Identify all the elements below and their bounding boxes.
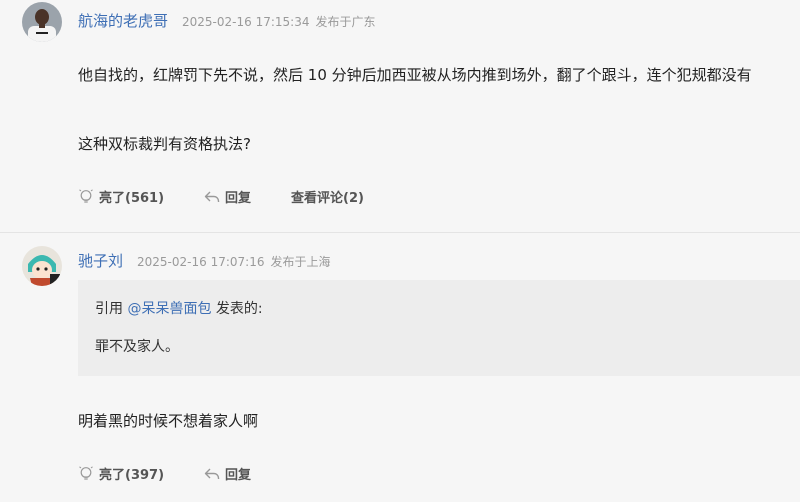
reply-icon — [204, 468, 220, 479]
reply-label: 回复 — [225, 191, 252, 206]
post-text: 他自找的，红牌罚下先不说，然后 10 分钟后加西亚被从场内推到场外，翻了个跟斗，… — [78, 66, 752, 84]
view-comments-button[interactable]: 查看评论(2) — [291, 187, 364, 206]
like-count: 亮了(397) — [99, 468, 165, 483]
avatar-image — [22, 2, 62, 42]
reply-button[interactable]: 回复 — [204, 464, 251, 483]
post-meta: 航海的老虎哥 2025-02-16 17:15:34 发布于广东 — [78, 10, 375, 31]
post-divider — [0, 232, 800, 233]
quote-block: 引用 @呆呆兽面包 发表的: 罪不及家人。 — [78, 280, 800, 376]
username[interactable]: 驰子刘 — [78, 250, 123, 271]
avatar[interactable] — [22, 246, 62, 286]
timestamp: 2025-02-16 17:07:16 — [137, 255, 265, 269]
timestamp: 2025-02-16 17:15:34 — [182, 15, 310, 29]
like-button[interactable]: 亮了(561) — [78, 187, 164, 206]
like-icon — [79, 465, 93, 480]
reply-button[interactable]: 回复 — [204, 187, 251, 206]
view-comments-label: 查看评论(2) — [291, 191, 364, 206]
like-button[interactable]: 亮了(397) — [78, 464, 164, 483]
post-actions: 亮了(397) 回复 — [78, 464, 291, 483]
avatar-image — [22, 246, 62, 286]
avatar[interactable] — [22, 2, 62, 42]
post-meta: 驰子刘 2025-02-16 17:07:16 发布于上海 — [78, 250, 330, 271]
post-text: 明着黑的时候不想着家人啊 — [78, 412, 259, 430]
quote-suffix: 发表的: — [211, 301, 263, 317]
quote-prefix: 引用 — [95, 301, 128, 317]
like-count: 亮了(561) — [99, 191, 165, 206]
post-text: 这种双标裁判有资格执法? — [78, 135, 251, 153]
post-actions: 亮了(561) 回复 查看评论(2) — [78, 187, 404, 206]
username[interactable]: 航海的老虎哥 — [78, 10, 168, 31]
quote-user-link[interactable]: @呆呆兽面包 — [127, 301, 211, 317]
reply-label: 回复 — [225, 468, 252, 483]
quote-header: 引用 @呆呆兽面包 发表的: — [95, 298, 263, 318]
like-icon — [79, 188, 93, 203]
reply-icon — [204, 191, 220, 202]
quote-text: 罪不及家人。 — [95, 339, 179, 355]
location: 发布于上海 — [270, 255, 331, 269]
location: 发布于广东 — [315, 15, 376, 29]
